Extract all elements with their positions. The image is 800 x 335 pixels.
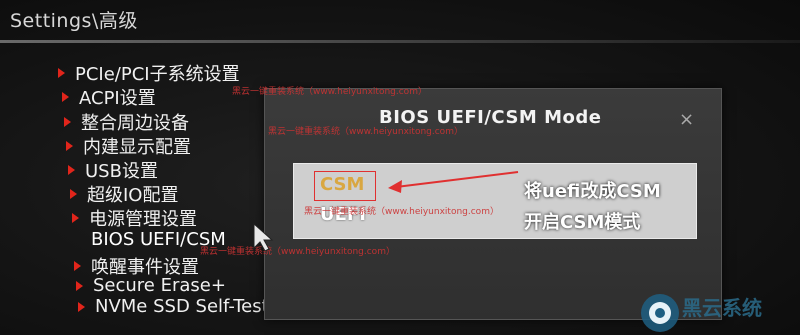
arrow-right-icon (78, 301, 85, 312)
menu-item-integrated-peripherals[interactable]: 整合周边设备 (64, 109, 189, 135)
menu-item-label: NVMe SSD Self-Test (95, 296, 269, 317)
annotation-line-2: 开启CSM模式 (524, 212, 641, 233)
arrow-right-icon (64, 117, 71, 127)
menu-item-label: PCIe/PCI子系统设置 (75, 64, 240, 85)
watermark: 黑云一键重装系统（www.heiyunxitong.com） (268, 127, 463, 137)
menu-item-acpi[interactable]: ACPI设置 (62, 84, 156, 110)
mouse-cursor-icon (253, 222, 274, 252)
arrow-right-icon (66, 141, 73, 151)
arrow-right-icon (76, 280, 83, 291)
arrow-right-icon (58, 68, 65, 78)
close-icon[interactable]: × (679, 109, 694, 130)
menu-item-usb[interactable]: USB设置 (68, 157, 158, 183)
annotation-line-1: 将uefi改成CSM (524, 181, 661, 202)
menu-item-label: 整合周边设备 (81, 113, 189, 134)
arrow-right-icon (70, 189, 77, 199)
logo-text: 黑云系统 (682, 296, 762, 320)
arrow-right-icon (62, 92, 69, 102)
arrow-right-icon (68, 165, 75, 175)
menu-item-label: 内建显示配置 (83, 137, 191, 158)
watermark: 黑云一键重装系统（www.heiyunxitong.com） (200, 247, 395, 257)
bios-screen: Settings\高级 PCIe/PCI子系统设置 ACPI设置 整合周边设备 … (0, 0, 800, 335)
menu-item-label: USB设置 (85, 161, 158, 182)
menu-item-integrated-graphics[interactable]: 内建显示配置 (66, 133, 191, 159)
arrow-right-icon (74, 261, 81, 271)
menu-item-label: 电源管理设置 (89, 209, 197, 230)
menu-item-nvme-self-test[interactable]: NVMe SSD Self-Test (78, 296, 269, 317)
menu-item-secure-erase[interactable]: Secure Erase+ (76, 275, 226, 296)
menu-item-label: Secure Erase+ (93, 275, 226, 296)
menu-item-label: 超级IO配置 (87, 185, 179, 206)
watermark: 黑云一键重装系统（www.heiyunxitong.com） (232, 87, 427, 97)
highlight-box (314, 171, 376, 201)
menu-item-label: ACPI设置 (79, 88, 156, 109)
menu-item-power-management[interactable]: 电源管理设置 (72, 205, 197, 231)
menu-item-pcie[interactable]: PCIe/PCI子系统设置 (58, 60, 240, 86)
menu-item-super-io[interactable]: 超级IO配置 (70, 181, 178, 207)
arrow-right-icon (72, 213, 79, 223)
watermark: 黑云一键重装系统（www.heiyunxitong.com） (304, 207, 499, 217)
